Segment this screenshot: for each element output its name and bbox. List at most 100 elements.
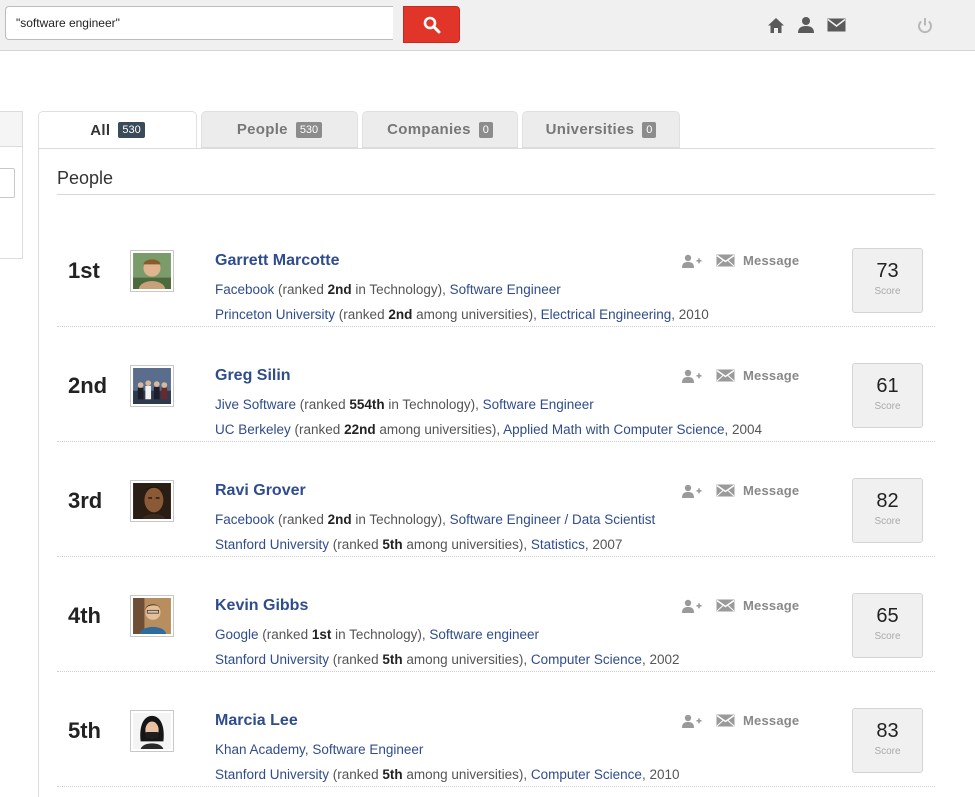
mail-icon[interactable] (826, 15, 846, 35)
avatar[interactable] (130, 710, 174, 752)
envelope-icon (716, 369, 735, 382)
search-icon (423, 16, 440, 33)
major-link[interactable]: Computer Science (531, 767, 642, 782)
filter-input[interactable] (0, 168, 15, 198)
school-link[interactable]: UC Berkeley (215, 422, 291, 437)
company-rank: 554th (349, 397, 385, 412)
search-input[interactable] (5, 6, 393, 40)
add-contact-icon[interactable] (682, 254, 702, 268)
school-rank: 5th (382, 537, 403, 552)
school-rank-suffix: among universities), (375, 422, 504, 437)
message-label: Message (743, 368, 800, 383)
school-link[interactable]: Stanford University (215, 767, 329, 782)
school-link[interactable]: Stanford University (215, 537, 329, 552)
home-icon[interactable] (766, 15, 786, 35)
count-badge: 0 (642, 121, 657, 138)
person-name[interactable]: Marcia Lee (215, 712, 298, 730)
row-actions: Message (682, 368, 799, 383)
school-rank-suffix: among universities), (402, 537, 531, 552)
profile-photo (133, 598, 171, 634)
company-link[interactable]: Facebook (215, 282, 274, 297)
tab-people[interactable]: People 530 (201, 111, 358, 148)
profile-photo (133, 483, 171, 519)
avatar[interactable] (130, 365, 174, 407)
envelope-icon (716, 714, 735, 727)
tab-label: Companies (387, 121, 471, 138)
tab-underline (38, 148, 935, 149)
person-name[interactable]: Kevin Gibbs (215, 597, 308, 615)
major-link[interactable]: Computer Science (531, 652, 642, 667)
person-name[interactable]: Ravi Grover (215, 482, 306, 500)
company-line: Jive Software (ranked 554th in Technolog… (215, 397, 594, 412)
tab-universities[interactable]: Universities 0 (522, 111, 680, 148)
major-link[interactable]: Applied Math with Computer Science (503, 422, 724, 437)
message-button[interactable]: Message (716, 253, 799, 268)
company-rank-prefix: (ranked (274, 282, 328, 297)
result-row: 3rd Ravi Grover Facebook (ranked 2nd in … (57, 442, 935, 557)
row-divider (57, 786, 935, 787)
score-label: Score (874, 286, 901, 297)
tab-companies[interactable]: Companies 0 (362, 111, 518, 148)
message-label: Message (743, 253, 800, 268)
education-line: Stanford University (ranked 5th among un… (215, 652, 680, 667)
avatar[interactable] (130, 250, 174, 292)
envelope-icon (716, 254, 735, 267)
school-rank: 5th (382, 652, 403, 667)
major-link[interactable]: Statistics (531, 537, 585, 552)
add-contact-icon[interactable] (682, 714, 702, 728)
tab-all[interactable]: All 530 (38, 111, 197, 149)
education-line: Stanford University (ranked 5th among un… (215, 767, 680, 782)
message-button[interactable]: Message (716, 368, 799, 383)
avatar[interactable] (130, 595, 174, 637)
add-contact-icon[interactable] (682, 484, 702, 498)
company-line: Google (ranked 1st in Technology), Softw… (215, 627, 539, 642)
major-link[interactable]: Electrical Engineering (541, 307, 672, 322)
education-line: Princeton University (ranked 2nd among u… (215, 307, 709, 322)
message-button[interactable]: Message (716, 483, 799, 498)
rank-label: 4th (68, 603, 101, 628)
job-title-link[interactable]: Software Engineer / Data Scientist (450, 512, 656, 527)
filter-sidebar (0, 111, 23, 259)
tab-label: Universities (545, 121, 635, 138)
company-link[interactable]: Google (215, 627, 259, 642)
company-rank: 1st (311, 627, 332, 642)
score-value: 61 (876, 375, 899, 397)
avatar[interactable] (130, 480, 174, 522)
add-contact-icon[interactable] (682, 369, 702, 383)
company-link[interactable]: Khan Academy (215, 742, 305, 757)
add-contact-icon[interactable] (682, 599, 702, 613)
grad-year: , 2010 (641, 767, 680, 782)
school-rank-prefix: (ranked (290, 422, 345, 437)
company-rank: 2nd (327, 512, 352, 527)
message-label: Message (743, 483, 800, 498)
user-icon[interactable] (796, 15, 816, 35)
count-badge: 530 (295, 121, 323, 138)
school-rank-prefix: (ranked (329, 767, 383, 782)
job-title-link[interactable]: Software Engineer (450, 282, 561, 297)
envelope-icon (716, 599, 735, 612)
company-link[interactable]: Jive Software (215, 397, 296, 412)
result-row: 4th Kevin Gibbs Google (ranked 1st in Te… (57, 557, 935, 672)
company-link[interactable]: Facebook (215, 512, 274, 527)
power-icon[interactable] (914, 15, 936, 37)
section-divider (57, 194, 935, 195)
school-link[interactable]: Princeton University (215, 307, 335, 322)
row-actions: Message (682, 253, 799, 268)
profile-photo (133, 253, 171, 289)
school-rank: 5th (382, 767, 403, 782)
message-button[interactable]: Message (716, 598, 799, 613)
person-name[interactable]: Greg Silin (215, 367, 291, 385)
grad-year: , 2004 (724, 422, 763, 437)
job-title-link[interactable]: Software engineer (429, 627, 539, 642)
person-name[interactable]: Garrett Marcotte (215, 252, 339, 270)
top-nav (766, 15, 846, 35)
score-label: Score (874, 746, 901, 757)
school-rank-suffix: among universities), (412, 307, 541, 322)
school-link[interactable]: Stanford University (215, 652, 329, 667)
job-title-link[interactable]: Software Engineer (483, 397, 594, 412)
search-button[interactable] (403, 6, 460, 43)
message-button[interactable]: Message (716, 713, 799, 728)
job-title-link[interactable]: Software Engineer (312, 742, 423, 757)
count-badge: 530 (118, 122, 145, 138)
company-line: Facebook (ranked 2nd in Technology), Sof… (215, 282, 561, 297)
